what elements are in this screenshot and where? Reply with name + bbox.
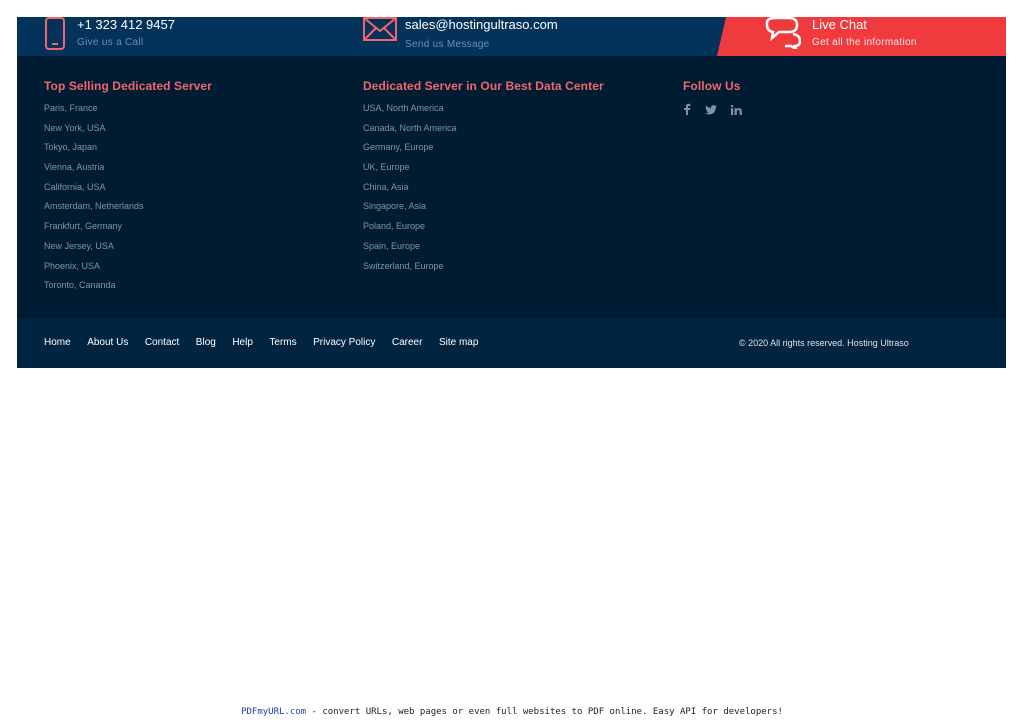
data-center-heading: Dedicated Server in Our Best Data Center [363, 79, 604, 93]
live-chat-subtitle: Get all the information [812, 37, 917, 48]
chat-bubble-icon [763, 17, 802, 54]
email-subtitle: Send us Message [405, 39, 490, 50]
list-item[interactable]: Germany, Europe [363, 143, 663, 163]
list-item[interactable]: Spain, Europe [363, 241, 663, 262]
bottom-bar: Home About Us Contact Blog Help Terms Pr… [17, 318, 1006, 368]
list-item[interactable]: Tokyo, Japan [44, 143, 344, 163]
list-item[interactable]: Switzerland, Europe [363, 261, 663, 282]
follow-us-column: Follow Us [683, 79, 883, 120]
nav-about-us[interactable]: About Us [87, 337, 128, 349]
pdf-credit-text: - convert URLs, web pages or even full w… [306, 707, 783, 717]
list-item[interactable]: Frankfurt, Germany [44, 221, 344, 242]
linkedin-icon[interactable] [730, 102, 742, 120]
list-item[interactable]: Paris, France [44, 103, 344, 124]
twitter-icon[interactable] [705, 102, 717, 120]
follow-us-heading: Follow Us [683, 79, 741, 93]
list-item[interactable]: Canada, North America [363, 123, 663, 144]
list-item[interactable]: China, Asia [363, 182, 663, 203]
list-item[interactable]: New Jersey, USA [44, 241, 344, 262]
list-item[interactable]: California, USA [44, 182, 344, 203]
list-item[interactable]: New York, USA [44, 123, 344, 144]
top-selling-column: Top Selling Dedicated Server Paris, Fran… [44, 79, 344, 301]
list-item[interactable]: Poland, Europe [363, 221, 663, 242]
contact-phone[interactable]: +1 323 412 9457 Give us a Call [44, 17, 244, 56]
bottom-nav: Home About Us Contact Blog Help Terms Pr… [44, 337, 495, 349]
live-chat-title[interactable]: Live Chat [812, 17, 867, 32]
list-item[interactable]: Vienna, Austria [44, 162, 344, 183]
email-address[interactable]: sales@hostingultraso.com [405, 17, 558, 32]
social-links [683, 102, 883, 120]
list-item[interactable]: Singapore, Asia [363, 202, 663, 222]
phone-icon [44, 17, 66, 56]
copyright-text: © 2020 All rights reserved. Hosting Ultr… [739, 338, 909, 348]
data-center-list: USA, North America Canada, North America… [363, 103, 663, 282]
list-item[interactable]: Toronto, Cananda [44, 280, 344, 301]
list-item[interactable]: Amsterdam, Netherlands [44, 202, 344, 222]
nav-career[interactable]: Career [392, 337, 423, 349]
nav-help[interactable]: Help [232, 337, 253, 349]
pdf-credit-line: PDFmyURL.com - convert URLs, web pages o… [0, 706, 1024, 718]
top-selling-list: Paris, France New York, USA Tokyo, Japan… [44, 103, 344, 301]
pdfmyurl-link[interactable]: PDFmyURL.com [241, 707, 306, 717]
list-item[interactable]: UK, Europe [363, 162, 663, 183]
nav-contact[interactable]: Contact [145, 337, 179, 349]
data-center-column: Dedicated Server in Our Best Data Center… [363, 79, 663, 281]
nav-site-map[interactable]: Site map [439, 337, 478, 349]
site-footer: +1 323 412 9457 Give us a Call sales@hos… [17, 17, 1006, 368]
list-item[interactable]: USA, North America [363, 103, 663, 124]
list-item[interactable]: Phoenix, USA [44, 261, 344, 282]
top-selling-heading: Top Selling Dedicated Server [44, 79, 212, 93]
nav-home[interactable]: Home [44, 337, 71, 349]
contact-email[interactable]: sales@hostingultraso.com Send us Message [363, 17, 613, 56]
facebook-icon[interactable] [683, 102, 691, 120]
nav-terms[interactable]: Terms [269, 337, 296, 349]
nav-blog[interactable]: Blog [196, 337, 216, 349]
envelope-icon [363, 17, 397, 48]
nav-privacy-policy[interactable]: Privacy Policy [313, 337, 375, 349]
phone-number[interactable]: +1 323 412 9457 [77, 17, 175, 32]
phone-subtitle: Give us a Call [77, 37, 144, 48]
live-chat-button[interactable]: Live Chat Get all the information [717, 17, 1006, 56]
